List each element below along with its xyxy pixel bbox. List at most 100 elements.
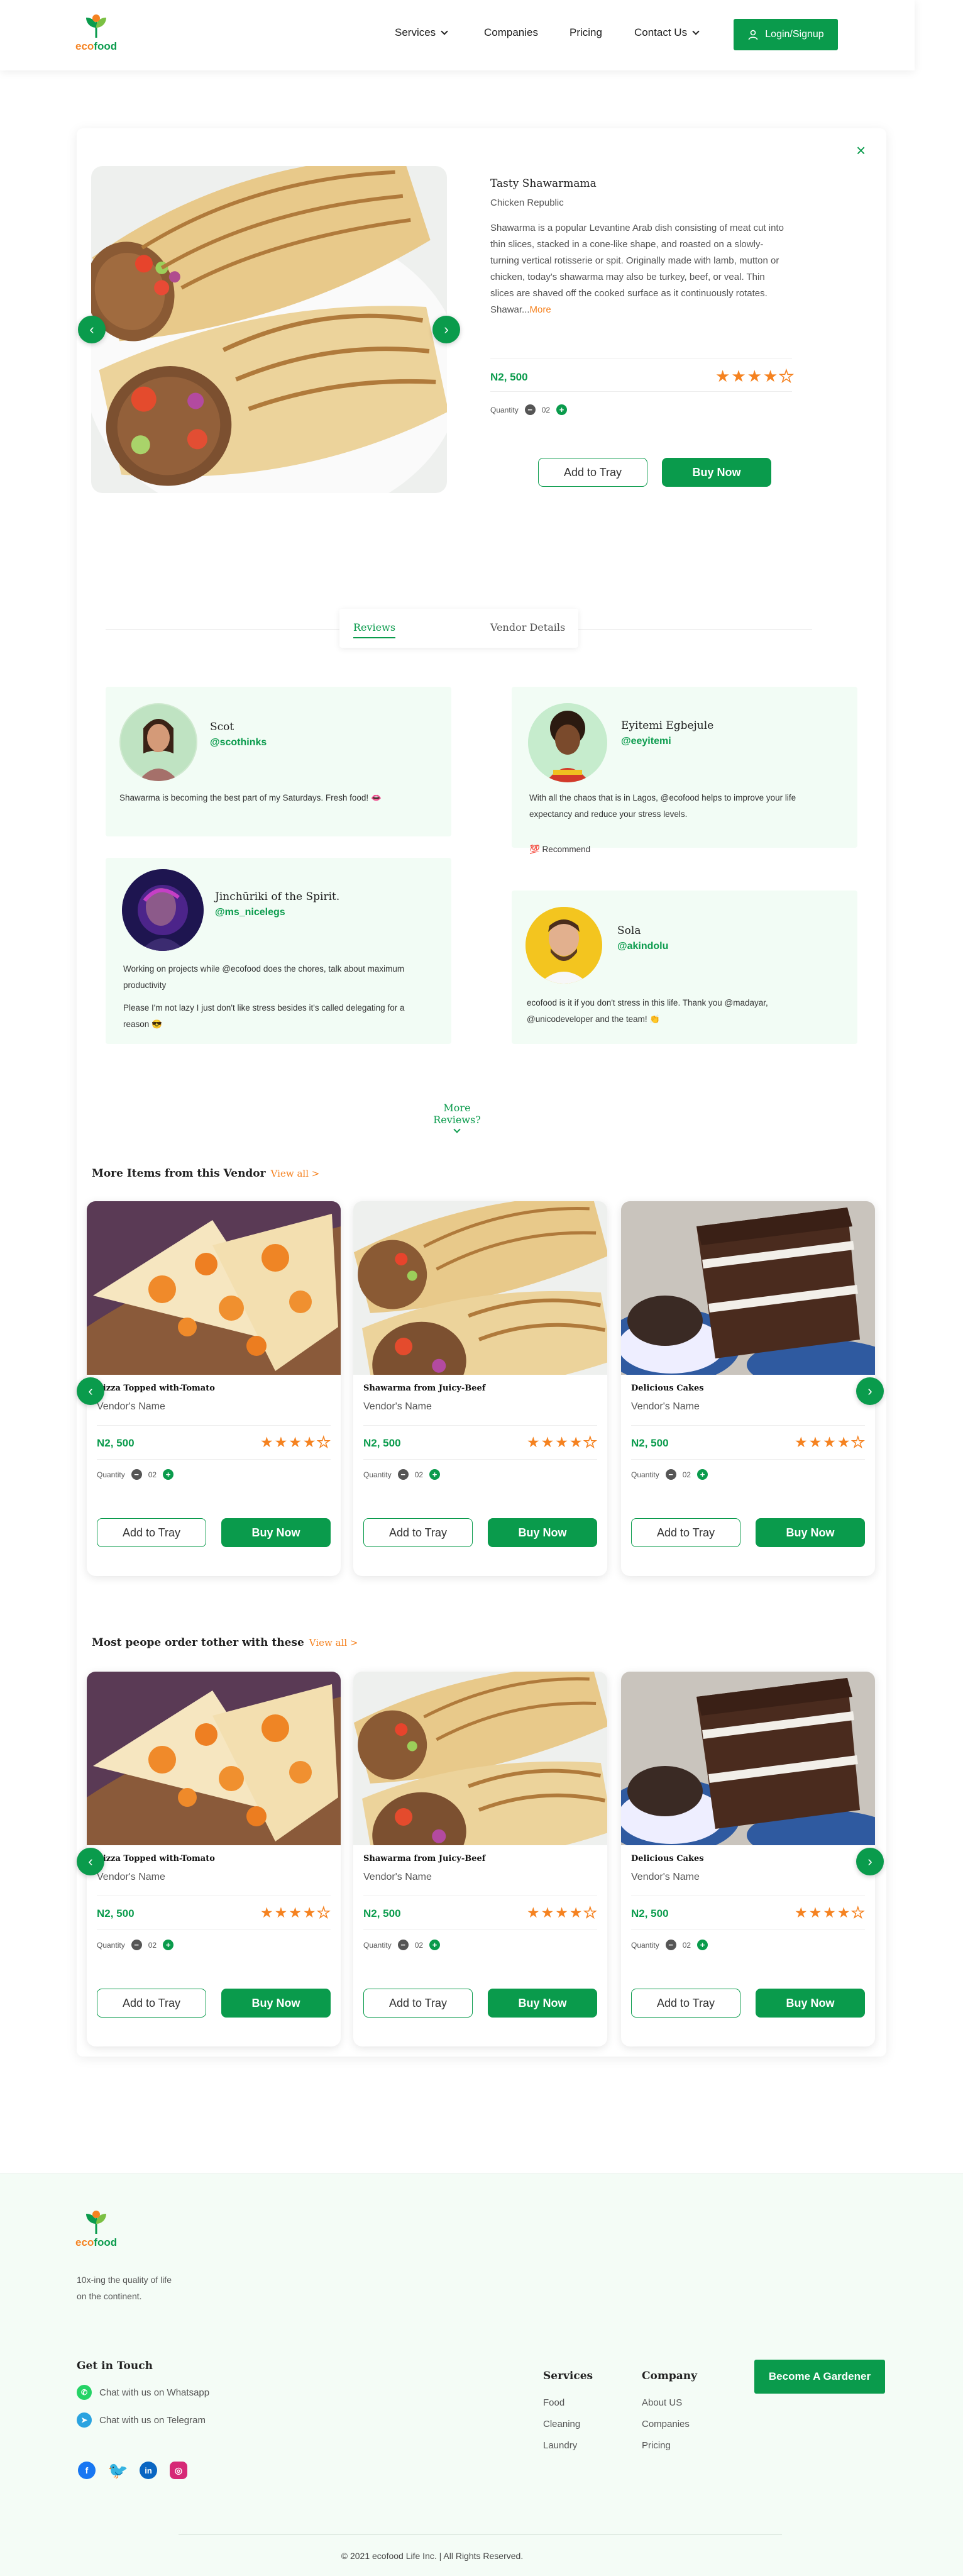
plus-icon[interactable]: + (429, 1940, 441, 1950)
footer-link-food[interactable]: Food (543, 2397, 564, 2408)
product-image (91, 166, 447, 493)
item-image (87, 1672, 341, 1845)
footer-logo[interactable]: ecofood (75, 2209, 117, 2249)
footer-link-pricing[interactable]: Pricing (642, 2440, 671, 2451)
minus-icon[interactable]: − (397, 1469, 409, 1480)
linkedin-icon[interactable]: in (140, 2462, 157, 2479)
quantity-value: 02 (682, 1940, 691, 1950)
item-card[interactable]: Shawarma from Juicy-Beef Vendor's Name N2,… (353, 1672, 607, 2046)
add-to-tray-button[interactable]: Add to Tray (363, 1989, 473, 2018)
star-filled-icon: ★ (527, 1904, 540, 1921)
divider (97, 1425, 331, 1426)
add-to-tray-button[interactable]: Add to Tray (538, 458, 647, 487)
nav-companies[interactable]: Companies (484, 26, 538, 39)
reviewer-handle[interactable]: @ms_nicelegs (215, 907, 285, 918)
nav-pricing[interactable]: Pricing (570, 26, 602, 39)
hero-prev-arrow[interactable]: ‹ (78, 316, 106, 343)
buy-now-button[interactable]: Buy Now (756, 1518, 865, 1547)
divider (363, 1459, 597, 1460)
chevron-right-icon: › (867, 1383, 872, 1399)
twitter-icon[interactable]: 🐦 (108, 2461, 128, 2480)
reviewer-handle[interactable]: @akindolu (617, 941, 668, 952)
chevron-down-icon (441, 27, 448, 35)
reviewer-name: Sola (617, 924, 641, 937)
plus-icon[interactable]: + (163, 1940, 174, 1950)
tab-vendor-details[interactable]: Vendor Details (490, 621, 565, 633)
star-empty-icon: ★ (778, 367, 794, 386)
add-to-tray-button[interactable]: Add to Tray (631, 1518, 740, 1547)
carousel-prev-arrow[interactable]: ‹ (77, 1377, 104, 1405)
close-icon[interactable]: × (856, 142, 866, 158)
plus-icon[interactable]: + (697, 1469, 708, 1480)
minus-icon[interactable]: − (665, 1940, 676, 1950)
buy-now-button[interactable]: Buy Now (756, 1989, 865, 2018)
quantity-label: Quantity (490, 405, 519, 414)
nav-services[interactable]: Services (395, 26, 448, 39)
divider (97, 1929, 331, 1930)
add-to-tray-button[interactable]: Add to Tray (363, 1518, 473, 1547)
minus-icon[interactable]: − (131, 1940, 142, 1950)
add-to-tray-button[interactable]: Add to Tray (97, 1518, 206, 1547)
review-text: Shawarma is becoming the best part of my… (119, 793, 382, 802)
buy-now-button[interactable]: Buy Now (662, 458, 771, 487)
footer-link-about[interactable]: About US (642, 2397, 682, 2408)
quantity-stepper: Quantity −02 + (631, 1940, 708, 1950)
footer-link-cleaning[interactable]: Cleaning (543, 2419, 580, 2429)
hero-next-arrow[interactable]: › (432, 316, 460, 343)
buy-now-button[interactable]: Buy Now (221, 1518, 331, 1547)
more-link[interactable]: More (530, 304, 551, 315)
product-origin: Chicken Republic (490, 197, 564, 208)
login-signup-button[interactable]: Login/Signup (734, 19, 838, 50)
more-reviews-link[interactable]: More Reviews? (419, 1102, 495, 1133)
reviewer-handle[interactable]: @eeyitemi (621, 736, 671, 747)
quantity-value: 02 (414, 1470, 424, 1479)
reviewer-handle[interactable]: @scothinks (210, 737, 267, 748)
telegram-link[interactable]: ➤ Chat with us on Telegram (77, 2412, 206, 2428)
plus-icon[interactable]: + (556, 404, 568, 415)
item-card[interactable]: Shawarma from Juicy-Beef Vendor's Name N2,… (353, 1201, 607, 1576)
buy-now-button[interactable]: Buy Now (488, 1518, 597, 1547)
footer-link-companies[interactable]: Companies (642, 2419, 690, 2429)
carousel-next-arrow[interactable]: › (856, 1848, 884, 1875)
brand-wordmark: ecofood (75, 40, 118, 52)
star-filled-icon: ★ (260, 1434, 273, 1450)
product-title: Tasty Shawarmama (490, 177, 597, 190)
carousel-next-arrow[interactable]: › (856, 1377, 884, 1405)
instagram-icon[interactable]: ◎ (170, 2462, 187, 2479)
add-to-tray-button[interactable]: Add to Tray (631, 1989, 740, 2018)
star-filled-icon: ★ (274, 1434, 288, 1450)
nav-contact[interactable]: Contact Us (634, 26, 700, 39)
review-text-2: Please I'm not lazy I just don't like st… (123, 1003, 405, 1029)
footer-link-laundry[interactable]: Laundry (543, 2440, 577, 2451)
buy-now-button[interactable]: Buy Now (221, 1989, 331, 2018)
view-all-link[interactable]: View all > (309, 1637, 358, 1648)
item-card[interactable]: Pizza Topped with-Tomato Vendor's Name N2,… (87, 1672, 341, 2046)
item-card[interactable]: Pizza Topped with-Tomato Vendor's Name N2,… (87, 1201, 341, 1576)
minus-icon[interactable]: − (397, 1940, 409, 1950)
become-gardener-button[interactable]: Become A Gardener (754, 2360, 885, 2394)
plus-icon[interactable]: + (163, 1469, 174, 1480)
divider (97, 1459, 331, 1460)
copyright: © 2021 ecofood Life Inc. | All Rights Re… (341, 2551, 524, 2561)
item-card[interactable]: Delicious Cakes Vendor's Name N2, 500 ★ ★ ★ ★ ★… (621, 1201, 875, 1576)
divider (363, 1929, 597, 1930)
plus-icon[interactable]: + (697, 1940, 708, 1950)
plus-icon[interactable]: + (429, 1469, 441, 1480)
buy-now-button[interactable]: Buy Now (488, 1989, 597, 2018)
add-to-tray-button[interactable]: Add to Tray (97, 1989, 206, 2018)
star-filled-icon: ★ (289, 1434, 302, 1450)
minus-icon[interactable]: − (665, 1469, 676, 1480)
product-description: Shawarma is a popular Levantine Arab dis… (490, 223, 784, 315)
facebook-icon[interactable]: f (78, 2462, 96, 2479)
chevron-down-icon (692, 27, 700, 35)
minus-icon[interactable]: − (524, 404, 536, 415)
view-all-link[interactable]: View all > (271, 1168, 320, 1179)
tab-reviews[interactable]: Reviews (353, 621, 396, 638)
star-filled-icon: ★ (762, 367, 778, 386)
star-filled-icon: ★ (274, 1904, 288, 1921)
item-card[interactable]: Delicious Cakes Vendor's Name N2, 500 ★ ★ ★ ★ ★… (621, 1672, 875, 2046)
brand-logo[interactable]: ecofood (75, 13, 117, 53)
whatsapp-link[interactable]: ✆ Chat with us on Whatsapp (77, 2385, 209, 2400)
carousel-prev-arrow[interactable]: ‹ (77, 1848, 104, 1875)
minus-icon[interactable]: − (131, 1469, 142, 1480)
